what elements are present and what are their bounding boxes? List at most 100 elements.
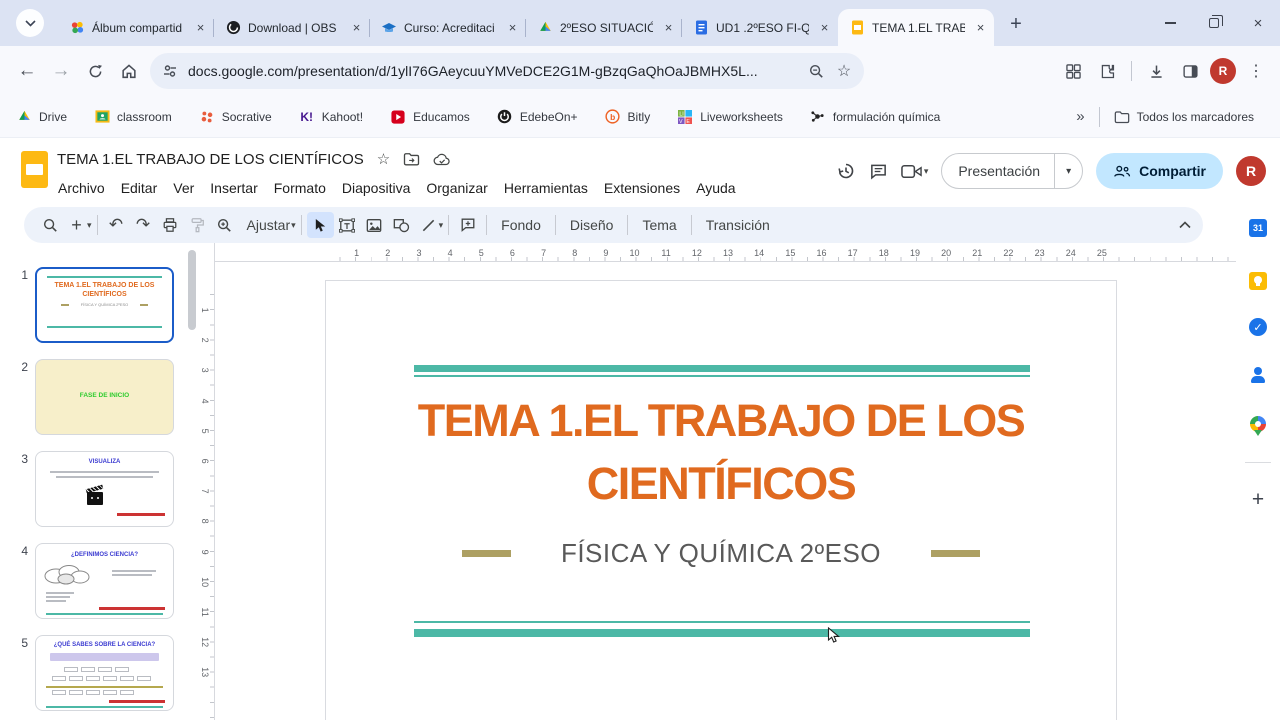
browser-menu-icon[interactable]: ⋮ (1242, 57, 1270, 85)
slide-thumbnail-5[interactable]: ¿QUÉ SABES SOBRE LA CIENCIA? (35, 635, 174, 711)
tab-close-icon[interactable]: × (504, 19, 521, 36)
reload-button[interactable] (78, 54, 112, 88)
present-options-icon[interactable]: ▾ (1055, 166, 1082, 177)
slide-title-text[interactable]: TEMA 1.EL TRABAJO DE LOS CIENTÍFICOS (386, 389, 1056, 515)
redo-icon[interactable]: ↷ (130, 212, 157, 238)
tab-close-icon[interactable]: × (192, 19, 209, 36)
slide-thumbnail-1[interactable]: TEMA 1.EL TRABAJO DE LOS CIENTÍFICOS FÍS… (35, 267, 174, 343)
tab-search-button[interactable] (16, 9, 44, 37)
menu-editar[interactable]: Editar (113, 177, 166, 199)
slide-thumbnail-2[interactable]: FASE DE INICIO (35, 359, 174, 435)
tab-tema1-active[interactable]: TEMA 1.EL TRAB × (838, 9, 994, 46)
insert-image-tool[interactable] (361, 212, 388, 238)
extensions-puzzle-icon[interactable] (1093, 57, 1121, 85)
insert-line-tool[interactable] (415, 212, 442, 238)
bookmark-educamos[interactable]: Educamos (390, 109, 470, 125)
transition-button[interactable]: Transición (697, 217, 779, 233)
minimize-button[interactable] (1148, 0, 1192, 46)
fit-zoom-caret-icon[interactable]: ▾ (291, 220, 296, 231)
add-addon-button[interactable]: + (1236, 488, 1280, 512)
keep-icon[interactable] (1236, 272, 1280, 290)
slide-subtitle-text[interactable]: FÍSICA Y QUÍMICA 2ºESO (326, 533, 1116, 573)
slide-thumbnail-3[interactable]: VISUALIZA (35, 451, 174, 527)
theme-button[interactable]: Tema (633, 217, 685, 233)
tab-album-compartido[interactable]: Álbum compartid × (58, 9, 214, 46)
bookmark-edebeon[interactable]: EdebeOn+ (497, 109, 578, 125)
line-options-icon[interactable]: ▾ (439, 220, 444, 231)
zoom-icon[interactable] (211, 212, 238, 238)
tab-ud1-fisica-quimica[interactable]: UD1 .2ºESO FI-QU × (681, 9, 838, 46)
comments-icon[interactable] (869, 162, 888, 181)
collapse-menus-icon[interactable] (1179, 221, 1191, 229)
print-icon[interactable] (157, 212, 184, 238)
cloud-status-icon[interactable] (433, 153, 451, 166)
bookmark-formulacion-quimica[interactable]: formulación química (810, 109, 940, 125)
bookmark-kahoot[interactable]: K! Kahoot! (299, 109, 363, 125)
fit-zoom-select[interactable]: Ajustar (238, 217, 295, 233)
menu-insertar[interactable]: Insertar (202, 177, 265, 199)
menu-herramientas[interactable]: Herramientas (496, 177, 596, 199)
search-menus-icon[interactable] (36, 212, 63, 238)
tab-close-icon[interactable]: × (660, 19, 677, 36)
forward-button[interactable]: → (44, 54, 78, 88)
browser-profile-avatar[interactable]: R (1210, 58, 1236, 84)
tab-obs-download[interactable]: Download | OBS × (213, 9, 370, 46)
downloads-icon[interactable] (1142, 57, 1170, 85)
bookmark-socrative[interactable]: Socrative (199, 109, 272, 125)
text-box-tool[interactable] (334, 212, 361, 238)
address-bar[interactable]: docs.google.com/presentation/d/1ylI76GAe… (150, 53, 864, 89)
tab-close-icon[interactable]: × (348, 19, 365, 36)
contacts-icon[interactable] (1236, 366, 1280, 384)
menu-organizar[interactable]: Organizar (418, 177, 495, 199)
select-tool[interactable] (306, 212, 334, 238)
slide-page[interactable]: TEMA 1.EL TRABAJO DE LOS CIENTÍFICOS FÍS… (325, 280, 1117, 720)
star-icon[interactable]: ☆ (377, 150, 390, 168)
slide-canvas[interactable]: 1 2 3 4 5 6 7 8 9 10 11 12 13 14 15 16 17 18 19 20 21 22 23 24 2… (215, 243, 1236, 720)
insert-shape-tool[interactable] (388, 212, 415, 238)
zoom-indicator-icon[interactable] (802, 57, 830, 85)
back-button[interactable]: ← (10, 54, 44, 88)
menu-diapositiva[interactable]: Diapositiva (334, 177, 418, 199)
add-slide-button[interactable]: + (63, 212, 90, 238)
tab-close-icon[interactable]: × (816, 19, 833, 36)
menu-formato[interactable]: Formato (266, 177, 334, 199)
document-title[interactable]: TEMA 1.EL TRABAJO DE LOS CIENTÍFICOS (57, 151, 364, 168)
calendar-icon[interactable]: 31 (1236, 219, 1280, 237)
undo-icon[interactable]: ↶ (103, 212, 130, 238)
present-button[interactable]: Presentación ▾ (941, 153, 1084, 189)
close-button[interactable]: × (1236, 0, 1280, 46)
tab-2eso-situacion[interactable]: 2ºESO SITUACIÓ × (525, 9, 682, 46)
slide-thumbnail-4[interactable]: ¿DEFINIMOS CIENCIA? (35, 543, 174, 619)
menu-extensiones[interactable]: Extensiones (596, 177, 688, 199)
bookmark-classroom[interactable]: classroom (94, 109, 172, 125)
new-tab-button[interactable]: + (1002, 10, 1030, 38)
background-button[interactable]: Fondo (492, 217, 550, 233)
add-slide-options-icon[interactable]: ▾ (87, 220, 92, 231)
maps-icon[interactable] (1236, 416, 1280, 436)
bookmarks-overflow-icon[interactable]: » (1076, 108, 1084, 125)
menu-ayuda[interactable]: Ayuda (688, 177, 743, 199)
tab-grid-icon[interactable] (1059, 57, 1087, 85)
version-history-icon[interactable] (836, 161, 856, 181)
meet-camera-icon[interactable]: ▾ (901, 164, 928, 179)
tab-curso-acreditacion[interactable]: Curso: Acreditaci × (369, 9, 526, 46)
share-button[interactable]: Compartir (1096, 153, 1223, 189)
bookmark-drive[interactable]: Drive (16, 109, 67, 125)
bookmark-liveworksheets[interactable]: LI E V Liveworksheets (677, 109, 783, 125)
teal-line-top[interactable] (414, 375, 1030, 377)
restore-button[interactable] (1192, 0, 1236, 46)
move-to-folder-icon[interactable] (403, 152, 420, 166)
teal-line-bottom[interactable] (414, 621, 1030, 623)
teal-bar-bottom[interactable] (414, 629, 1030, 637)
layout-button[interactable]: Diseño (561, 217, 623, 233)
tasks-icon[interactable]: ✓ (1236, 318, 1280, 336)
tab-close-icon[interactable]: × (972, 19, 989, 36)
home-button[interactable] (112, 54, 146, 88)
paint-format-icon[interactable] (184, 212, 211, 238)
menu-ver[interactable]: Ver (165, 177, 202, 199)
teal-bar-top[interactable] (414, 365, 1030, 372)
account-avatar[interactable]: R (1236, 156, 1266, 186)
slide-subtitle-row[interactable]: FÍSICA Y QUÍMICA 2ºESO (326, 533, 1116, 573)
bookmark-star-icon[interactable]: ☆ (830, 57, 858, 85)
all-bookmarks-button[interactable]: Todos los marcadores (1114, 110, 1254, 124)
